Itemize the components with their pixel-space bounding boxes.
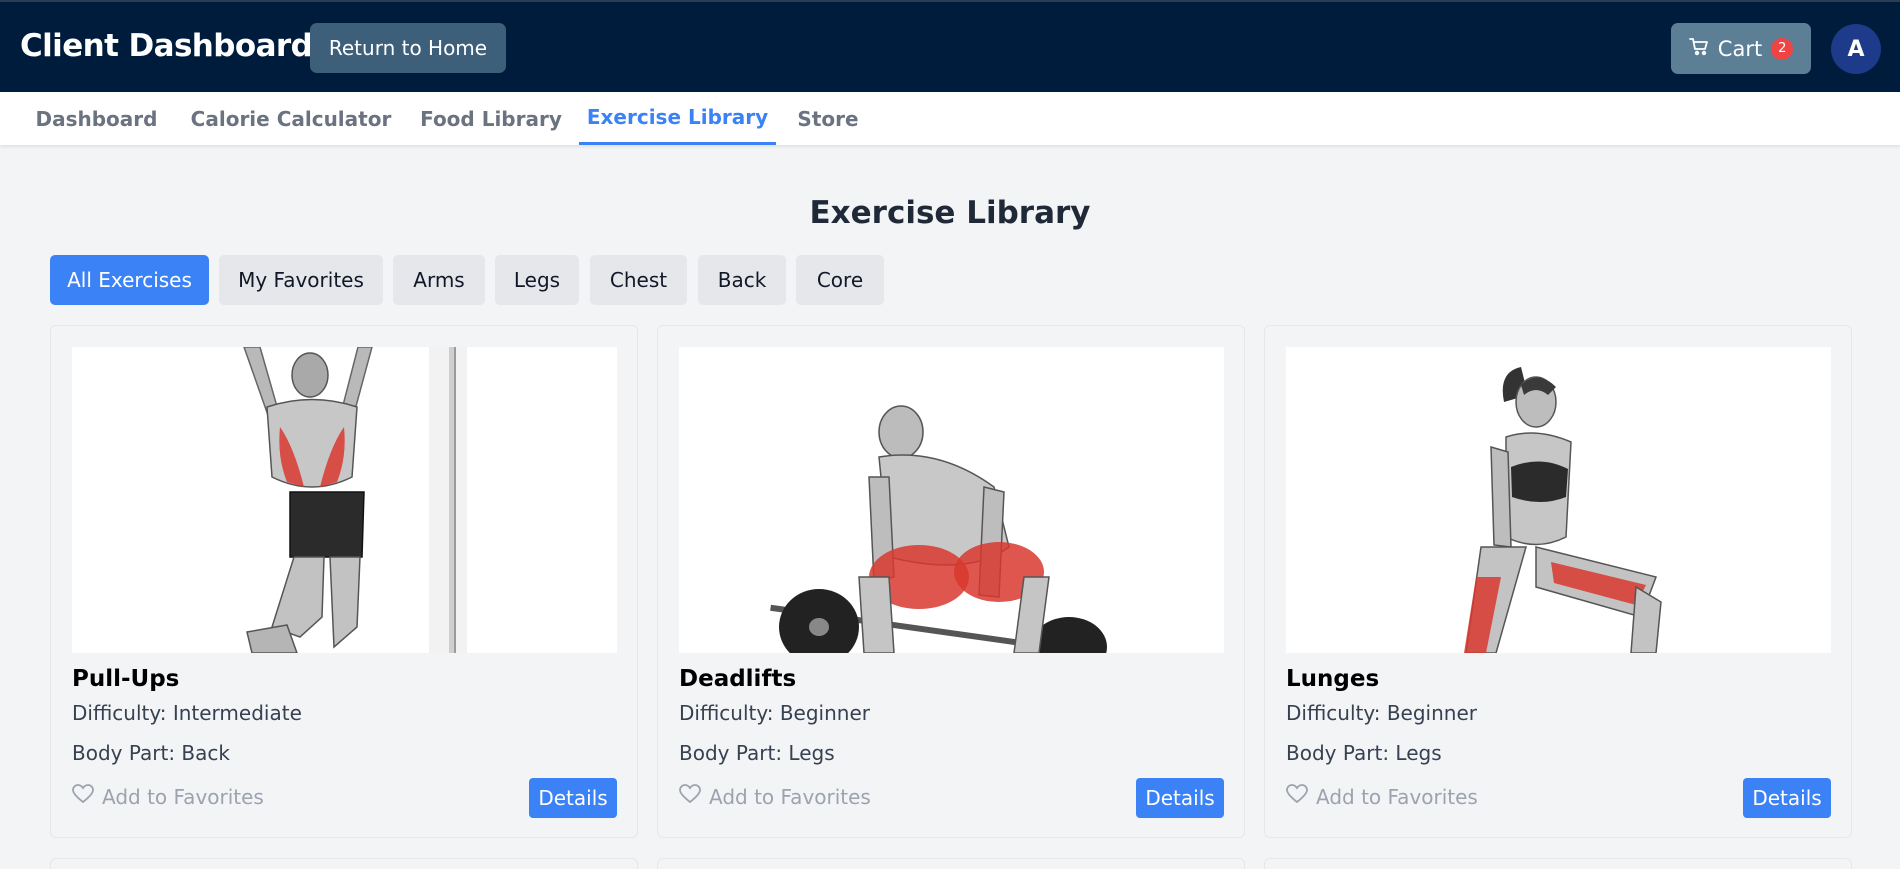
exercise-card-deadlifts: Deadlifts Difficulty: Beginner Body Part… (657, 325, 1245, 838)
add-to-favorites-button[interactable]: Add to Favorites (72, 784, 264, 809)
exercise-difficulty: Difficulty: Beginner (1286, 701, 1477, 725)
filter-my-favorites[interactable]: My Favorites (219, 255, 383, 305)
add-to-favorites-label: Add to Favorites (709, 784, 871, 809)
exercise-card-pull-ups: Pull-Ups Difficulty: Intermediate Body P… (50, 325, 638, 838)
add-to-favorites-label: Add to Favorites (102, 784, 264, 809)
exercise-name: Deadlifts (679, 666, 797, 692)
cart-icon (1688, 37, 1709, 61)
exercise-difficulty: Difficulty: Intermediate (72, 701, 302, 725)
heart-icon (679, 784, 701, 809)
exercise-card-next-row (50, 858, 638, 869)
add-to-favorites-button[interactable]: Add to Favorites (679, 784, 871, 809)
tab-store[interactable]: Store (785, 92, 871, 145)
filter-chest[interactable]: Chest (590, 255, 687, 305)
details-button[interactable]: Details (529, 778, 617, 818)
cart-button[interactable]: Cart 2 (1671, 23, 1811, 74)
exercise-name: Pull-Ups (72, 666, 180, 692)
exercise-card-next-row (657, 858, 1245, 869)
add-to-favorites-button[interactable]: Add to Favorites (1286, 784, 1478, 809)
filter-core[interactable]: Core (796, 255, 884, 305)
details-button[interactable]: Details (1743, 778, 1831, 818)
exercise-card-next-row (1264, 858, 1852, 869)
top-header: Client Dashboard Return to Home Cart 2 A (0, 0, 1900, 92)
exercise-body-part: Body Part: Back (72, 741, 230, 765)
exercise-card-lunges: Lunges Difficulty: Beginner Body Part: L… (1264, 325, 1852, 838)
add-to-favorites-label: Add to Favorites (1316, 784, 1478, 809)
nav-tabs: Dashboard Calorie Calculator Food Librar… (0, 92, 1900, 145)
cart-label: Cart (1717, 36, 1763, 61)
exercise-image-lunges (1286, 347, 1831, 653)
heart-icon (72, 784, 94, 809)
tab-exercise-library[interactable]: Exercise Library (579, 92, 776, 145)
return-home-button[interactable]: Return to Home (310, 23, 506, 73)
exercise-body-part: Body Part: Legs (679, 741, 835, 765)
tab-calorie-calculator[interactable]: Calorie Calculator (185, 92, 397, 145)
cart-count-badge: 2 (1771, 37, 1794, 60)
filter-legs[interactable]: Legs (495, 255, 579, 305)
page-title: Exercise Library (809, 195, 1091, 231)
exercise-body-part: Body Part: Legs (1286, 741, 1442, 765)
exercise-image-pull-ups (72, 347, 617, 653)
exercise-difficulty: Difficulty: Beginner (679, 701, 870, 725)
details-button[interactable]: Details (1136, 778, 1224, 818)
filter-back[interactable]: Back (698, 255, 786, 305)
filter-arms[interactable]: Arms (393, 255, 485, 305)
exercise-name: Lunges (1286, 666, 1380, 692)
tab-food-library[interactable]: Food Library (415, 92, 567, 145)
app-title: Client Dashboard (20, 28, 313, 64)
avatar[interactable]: A (1831, 24, 1881, 74)
filter-all-exercises[interactable]: All Exercises (50, 255, 209, 305)
exercise-image-deadlifts (679, 347, 1224, 653)
heart-icon (1286, 784, 1308, 809)
tab-dashboard[interactable]: Dashboard (20, 92, 173, 145)
